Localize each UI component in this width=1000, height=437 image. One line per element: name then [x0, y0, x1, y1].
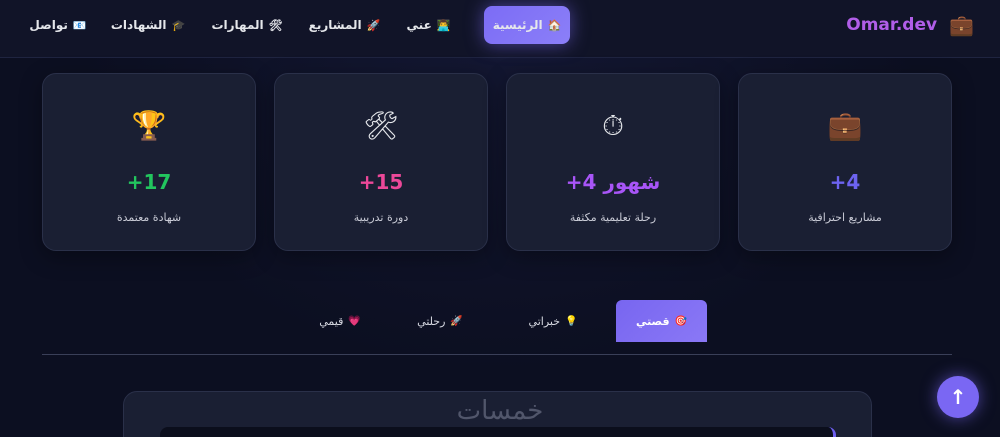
lightbulb-icon: 💡: [565, 315, 578, 327]
stat-card-certificates: 🏆 +17 شهادة معتمدة: [42, 73, 256, 251]
nav-item-projects[interactable]: 🚀 المشاريع: [296, 6, 393, 44]
stat-label: رحلة تعليمية مكثفة: [569, 211, 657, 224]
tab-label: خبراتي: [528, 314, 561, 328]
rocket-icon: 🚀: [450, 315, 463, 327]
target-icon: 🎯: [674, 315, 688, 327]
navbar: 📧 تواصل 🎓 الشهادات 🛠 المهارات 🚀 المشاريع…: [0, 0, 1000, 58]
nav-item-skills[interactable]: 🛠 المهارات: [198, 6, 296, 44]
scroll-top-button[interactable]: ↑: [937, 376, 979, 418]
nav-item-label: تواصل: [29, 18, 68, 32]
tab-experience[interactable]: 💡 خبراتي: [490, 300, 616, 342]
trophy-icon: 🏆: [131, 109, 167, 142]
main-nav: 📧 تواصل 🎓 الشهادات 🛠 المهارات 🚀 المشاريع…: [18, 6, 570, 44]
nav-item-contact[interactable]: 📧 تواصل: [18, 6, 98, 44]
tab-values[interactable]: 💗 قيمي: [290, 300, 390, 342]
brand-logo[interactable]: Omar.dev 💼: [846, 12, 974, 38]
tabs-divider: [42, 354, 952, 355]
heart-icon: 💗: [348, 315, 361, 327]
nav-item-label: المشاريع: [308, 18, 362, 32]
envelope-icon: 📧: [72, 18, 87, 32]
stopwatch-icon: ⏱: [602, 109, 624, 142]
stat-label: شهادة معتمدة: [116, 211, 182, 224]
nav-item-certificates[interactable]: 🎓 الشهادات: [98, 6, 198, 44]
developer-icon: 👨‍💻: [436, 18, 451, 32]
rocket-icon: 🚀: [366, 18, 381, 32]
tab-story[interactable]: 🎯 قصتي: [616, 300, 707, 342]
stat-value: +4: [829, 170, 861, 194]
nav-item-label: المهارات: [211, 18, 264, 32]
stat-value: +17: [126, 170, 172, 194]
nav-item-about[interactable]: 👨‍💻 عني: [393, 6, 464, 44]
arrow-up-icon: ↑: [949, 385, 967, 409]
stat-card-projects: 💼 +4 مشاريع احترافية: [738, 73, 952, 251]
tools-icon: 🛠: [363, 109, 399, 142]
nav-item-label: الشهادات: [110, 18, 167, 32]
graduation-cap-icon: 🎓: [171, 18, 186, 32]
page: 📧 تواصل 🎓 الشهادات 🛠 المهارات 🚀 المشاريع…: [0, 0, 1000, 437]
stat-card-courses: 🛠 +15 دورة تدريبية: [274, 73, 488, 251]
stat-value: +4 شهور: [565, 170, 661, 194]
tab-label: قيمي: [319, 314, 344, 328]
nav-item-label: الرئيسية: [492, 18, 543, 32]
briefcase-icon: 💼: [827, 109, 863, 142]
tools-icon: 🛠: [268, 18, 283, 32]
nav-item-home[interactable]: 🏠 الرئيسية: [484, 6, 570, 44]
home-icon: 🏠: [547, 18, 562, 32]
about-tabs: 💗 قيمي 🚀 رحلتي 💡 خبراتي 🎯 قصتي: [290, 300, 707, 342]
tab-label: رحلتي: [417, 314, 446, 328]
tab-label: قصتي: [635, 314, 670, 328]
watermark: خمسات: [456, 396, 544, 426]
brand-name: Omar.dev: [846, 15, 938, 35]
tab-journey[interactable]: 🚀 رحلتي: [390, 300, 490, 342]
stat-label: دورة تدريبية: [353, 211, 409, 224]
stat-label: مشاريع احترافية: [808, 211, 882, 224]
stat-value: +15: [358, 170, 404, 194]
briefcase-icon: 💼: [949, 13, 974, 37]
stat-card-journey: ⏱ +4 شهور رحلة تعليمية مكثفة: [506, 73, 720, 251]
nav-item-label: عني: [406, 18, 432, 32]
